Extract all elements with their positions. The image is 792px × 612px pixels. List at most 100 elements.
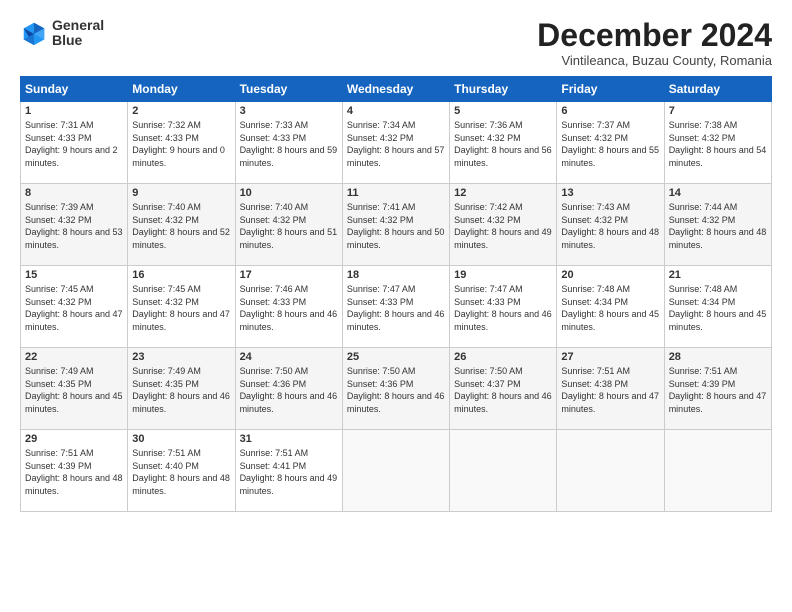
calendar-cell: 30Sunrise: 7:51 AMSunset: 4:40 PMDayligh… [128, 430, 235, 512]
day-number: 11 [347, 187, 445, 199]
calendar-cell: 27 Sunrise: 7:51 AMSunset: 4:38 PMDayligh… [557, 348, 664, 430]
calendar-cell: 26Sunrise: 7:50 AMSunset: 4:37 PMDayligh… [450, 348, 557, 430]
day-number: 16 [132, 269, 230, 281]
weekday-header-thursday: Thursday [450, 77, 557, 102]
day-number: 6 [561, 105, 659, 117]
calendar-cell: 7Sunrise: 7:38 AMSunset: 4:32 PMDaylight… [664, 102, 771, 184]
day-info: Sunrise: 7:45 AMSunset: 4:32 PMDaylight:… [132, 283, 230, 333]
day-info: Sunrise: 7:43 AMSunset: 4:32 PMDaylight:… [561, 201, 659, 251]
day-info: Sunrise: 7:47 AMSunset: 4:33 PMDaylight:… [347, 283, 445, 333]
day-info: Sunrise: 7:39 AMSunset: 4:32 PMDaylight:… [25, 201, 123, 251]
calendar-cell: 31 Sunrise: 7:51 AMSunset: 4:41 PMDayligh… [235, 430, 342, 512]
calendar-cell [342, 430, 449, 512]
calendar-cell: 29 Sunrise: 7:51 AMSunset: 4:39 PMDayligh… [21, 430, 128, 512]
calendar-cell: 2 Sunrise: 7:32 AMSunset: 4:33 PMDaylight… [128, 102, 235, 184]
weekday-header-monday: Monday [128, 77, 235, 102]
day-number: 29 [25, 433, 123, 445]
calendar-cell: 23 Sunrise: 7:49 AMSunset: 4:35 PMDayligh… [128, 348, 235, 430]
day-number: 23 [132, 351, 230, 363]
day-info: Sunrise: 7:44 AMSunset: 4:32 PMDaylight:… [669, 201, 767, 251]
calendar-cell: 16 Sunrise: 7:45 AMSunset: 4:32 PMDayligh… [128, 266, 235, 348]
day-info: Sunrise: 7:47 AMSunset: 4:33 PMDaylight:… [454, 283, 552, 333]
calendar-cell: 18 Sunrise: 7:47 AMSunset: 4:33 PMDayligh… [342, 266, 449, 348]
weekday-header-saturday: Saturday [664, 77, 771, 102]
day-info: Sunrise: 7:46 AMSunset: 4:33 PMDaylight:… [240, 283, 338, 333]
day-number: 15 [25, 269, 123, 281]
calendar-cell: 9Sunrise: 7:40 AMSunset: 4:32 PMDaylight… [128, 184, 235, 266]
day-info: Sunrise: 7:49 AMSunset: 4:35 PMDaylight:… [25, 365, 123, 415]
location-subtitle: Vintileanca, Buzau County, Romania [537, 53, 772, 68]
day-info: Sunrise: 7:50 AMSunset: 4:36 PMDaylight:… [240, 365, 338, 415]
day-info: Sunrise: 7:48 AMSunset: 4:34 PMDaylight:… [561, 283, 659, 333]
calendar-cell: 1 Sunrise: 7:31 AMSunset: 4:33 PMDaylight… [21, 102, 128, 184]
day-number: 8 [25, 187, 123, 199]
day-info: Sunrise: 7:51 AMSunset: 4:39 PMDaylight:… [25, 447, 123, 497]
title-block: December 2024 Vintileanca, Buzau County,… [537, 18, 772, 68]
day-info: Sunrise: 7:33 AMSunset: 4:33 PMDaylight:… [240, 119, 338, 169]
day-info: Sunrise: 7:37 AMSunset: 4:32 PMDaylight:… [561, 119, 659, 169]
day-number: 7 [669, 105, 767, 117]
calendar-cell: 22Sunrise: 7:49 AMSunset: 4:35 PMDayligh… [21, 348, 128, 430]
calendar-cell [664, 430, 771, 512]
day-info: Sunrise: 7:40 AMSunset: 4:32 PMDaylight:… [240, 201, 338, 251]
day-number: 10 [240, 187, 338, 199]
calendar-cell: 8 Sunrise: 7:39 AMSunset: 4:32 PMDaylight… [21, 184, 128, 266]
day-info: Sunrise: 7:51 AMSunset: 4:39 PMDaylight:… [669, 365, 767, 415]
header: General Blue December 2024 Vintileanca, … [20, 18, 772, 68]
calendar-cell: 11 Sunrise: 7:41 AMSunset: 4:32 PMDayligh… [342, 184, 449, 266]
day-number: 17 [240, 269, 338, 281]
day-info: Sunrise: 7:45 AMSunset: 4:32 PMDaylight:… [25, 283, 123, 333]
day-number: 2 [132, 105, 230, 117]
calendar-cell: 20 Sunrise: 7:48 AMSunset: 4:34 PMDayligh… [557, 266, 664, 348]
calendar-cell: 19 Sunrise: 7:47 AMSunset: 4:33 PMDayligh… [450, 266, 557, 348]
day-number: 12 [454, 187, 552, 199]
calendar-cell: 6 Sunrise: 7:37 AMSunset: 4:32 PMDaylight… [557, 102, 664, 184]
day-info: Sunrise: 7:32 AMSunset: 4:33 PMDaylight:… [132, 119, 230, 169]
day-info: Sunrise: 7:49 AMSunset: 4:35 PMDaylight:… [132, 365, 230, 415]
logo-text: General Blue [52, 18, 104, 49]
day-info: Sunrise: 7:50 AMSunset: 4:37 PMDaylight:… [454, 365, 552, 415]
weekday-header-tuesday: Tuesday [235, 77, 342, 102]
day-info: Sunrise: 7:31 AMSunset: 4:33 PMDaylight:… [25, 119, 123, 169]
day-number: 4 [347, 105, 445, 117]
page: General Blue December 2024 Vintileanca, … [0, 0, 792, 612]
logo: General Blue [20, 18, 104, 49]
day-number: 31 [240, 433, 338, 445]
day-number: 18 [347, 269, 445, 281]
calendar-cell [450, 430, 557, 512]
calendar-cell: 15 Sunrise: 7:45 AMSunset: 4:32 PMDayligh… [21, 266, 128, 348]
day-number: 24 [240, 351, 338, 363]
month-title: December 2024 [537, 18, 772, 53]
calendar-cell: 12 Sunrise: 7:42 AMSunset: 4:32 PMDayligh… [450, 184, 557, 266]
day-number: 20 [561, 269, 659, 281]
day-info: Sunrise: 7:51 AMSunset: 4:41 PMDaylight:… [240, 447, 338, 497]
week-row-5: 29 Sunrise: 7:51 AMSunset: 4:39 PMDayligh… [21, 430, 772, 512]
day-number: 19 [454, 269, 552, 281]
day-number: 3 [240, 105, 338, 117]
calendar-cell: 13 Sunrise: 7:43 AMSunset: 4:32 PMDayligh… [557, 184, 664, 266]
calendar-cell: 3 Sunrise: 7:33 AMSunset: 4:33 PMDaylight… [235, 102, 342, 184]
logo-icon [20, 19, 48, 47]
calendar-table: SundayMondayTuesdayWednesdayThursdayFrid… [20, 76, 772, 512]
day-info: Sunrise: 7:51 AMSunset: 4:38 PMDaylight:… [561, 365, 659, 415]
day-info: Sunrise: 7:42 AMSunset: 4:32 PMDaylight:… [454, 201, 552, 251]
weekday-header-friday: Friday [557, 77, 664, 102]
day-number: 1 [25, 105, 123, 117]
weekday-header-sunday: Sunday [21, 77, 128, 102]
day-number: 25 [347, 351, 445, 363]
day-info: Sunrise: 7:40 AMSunset: 4:32 PMDaylight:… [132, 201, 230, 251]
calendar-cell: 4Sunrise: 7:34 AMSunset: 4:32 PMDaylight… [342, 102, 449, 184]
weekday-header-wednesday: Wednesday [342, 77, 449, 102]
calendar-cell: 17 Sunrise: 7:46 AMSunset: 4:33 PMDayligh… [235, 266, 342, 348]
calendar-cell: 25Sunrise: 7:50 AMSunset: 4:36 PMDayligh… [342, 348, 449, 430]
day-number: 27 [561, 351, 659, 363]
day-number: 14 [669, 187, 767, 199]
calendar-cell: 21Sunrise: 7:48 AMSunset: 4:34 PMDayligh… [664, 266, 771, 348]
day-info: Sunrise: 7:48 AMSunset: 4:34 PMDaylight:… [669, 283, 767, 333]
day-info: Sunrise: 7:41 AMSunset: 4:32 PMDaylight:… [347, 201, 445, 251]
calendar-body: 1 Sunrise: 7:31 AMSunset: 4:33 PMDaylight… [21, 102, 772, 512]
week-row-2: 8 Sunrise: 7:39 AMSunset: 4:32 PMDaylight… [21, 184, 772, 266]
day-number: 13 [561, 187, 659, 199]
week-row-1: 1 Sunrise: 7:31 AMSunset: 4:33 PMDaylight… [21, 102, 772, 184]
day-number: 5 [454, 105, 552, 117]
